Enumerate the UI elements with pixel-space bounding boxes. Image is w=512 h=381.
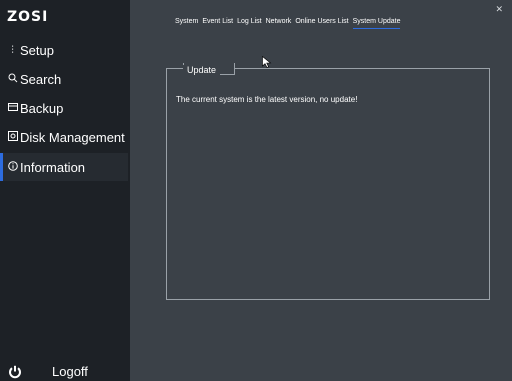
logo: ZOSI [7,9,49,25]
sidebar-item-label: Disk Management [20,129,125,145]
update-panel-title: Update [183,65,221,75]
sidebar-item-information[interactable]: Information [0,153,128,181]
logoff-label: Logoff [52,364,88,379]
tab-network[interactable]: Network [266,18,292,29]
tab-log-list[interactable]: Log List [237,18,262,29]
sidebar-item-label: Search [20,71,62,87]
power-icon [9,365,21,378]
sidebar-item-search[interactable]: Search [0,65,128,93]
tab-system-update[interactable]: System Update [352,18,400,29]
update-status-message: The current system is the latest version… [176,95,358,104]
sidebar: ZOSI ⫶ Setup Search Backup Disk Manageme… [0,0,130,381]
sidebar-item-label: Setup [20,42,54,58]
backup-icon [7,102,18,115]
info-icon [7,160,18,174]
tab-system[interactable]: System [175,18,198,29]
tab-event-list[interactable]: Event List [202,18,233,29]
tab-online-users-list[interactable]: Online Users List [295,18,348,29]
sidebar-item-disk-management[interactable]: Disk Management [0,123,128,151]
sidebar-item-backup[interactable]: Backup [0,94,128,122]
close-icon[interactable]: ✕ [495,5,503,15]
sidebar-item-label: Information [20,159,86,175]
logoff-button[interactable]: Logoff [8,364,88,379]
sidebar-item-setup[interactable]: ⫶ Setup [0,36,128,64]
disk-icon [7,130,18,144]
search-icon [7,73,18,86]
tab-bar: System Event List Log List Network Onlin… [175,18,400,29]
screen: ZOSI ⫶ Setup Search Backup Disk Manageme… [0,0,512,381]
sliders-icon: ⫶ [11,44,14,56]
sidebar-item-label: Backup [20,100,64,116]
